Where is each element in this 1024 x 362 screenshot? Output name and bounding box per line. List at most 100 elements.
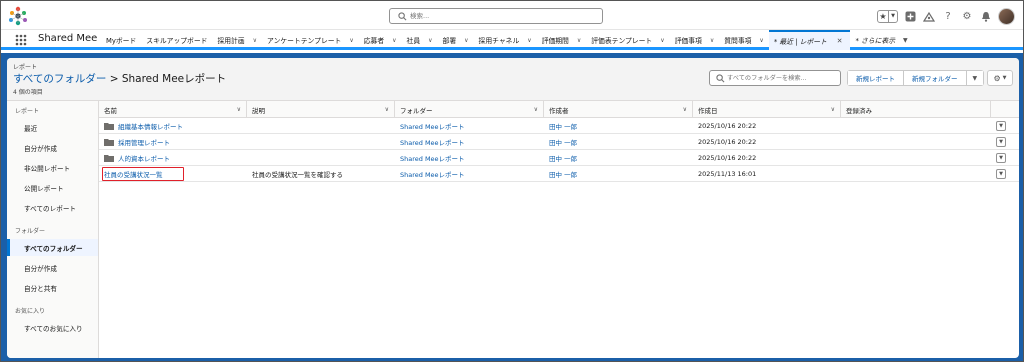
column-header-description[interactable]: 説明 ∨ <box>247 101 395 118</box>
nav-tab-reports-active[interactable]: * 最近 | レポート ✕ <box>768 30 851 50</box>
row-action-menu[interactable]: ▼ <box>996 121 1006 131</box>
sidebar-group-folders: フォルダー <box>15 228 46 235</box>
owner-link[interactable]: 田中 一郎 <box>549 153 577 163</box>
chevron-down-icon[interactable]: ∨ <box>660 37 664 44</box>
cell-created-date: 2025/10/16 20:22 <box>698 138 757 146</box>
sidebar-item-folders-created-by-me[interactable]: 自分が作成 <box>7 259 98 276</box>
app-logo-icon[interactable] <box>8 6 28 26</box>
favorites-button[interactable]: ★ ▼ <box>877 9 898 23</box>
chevron-down-icon[interactable]: ∨ <box>577 37 581 44</box>
nav-tab-hiring-plan[interactable]: 採用計画 ∨ <box>212 30 262 50</box>
nav-tab-evaluation-period[interactable]: 評価期間 ∨ <box>537 30 587 50</box>
chevron-down-icon[interactable]: ∨ <box>392 37 396 44</box>
report-name-link[interactable]: 社員の受講状況一覧 <box>104 169 163 179</box>
column-header-owner[interactable]: 作成者 ∨ <box>544 101 693 118</box>
trailhead-icon[interactable] <box>922 9 936 23</box>
list-settings-button[interactable]: ⚙ ▼ <box>987 70 1013 86</box>
chevron-down-icon[interactable]: ∨ <box>428 37 432 44</box>
nav-tab-label: 質問事項 <box>724 37 752 45</box>
nav-tab-applicants[interactable]: 応募者 ∨ <box>359 30 402 50</box>
chevron-down-icon[interactable]: ∨ <box>683 106 687 113</box>
cell-owner: 田中 一郎 <box>544 118 693 134</box>
chevron-down-icon[interactable]: ∨ <box>385 106 389 113</box>
avatar[interactable] <box>998 7 1015 25</box>
column-header-subscribed[interactable]: 登録済み <box>841 101 991 118</box>
new-report-button[interactable]: 新規レポート <box>848 71 903 85</box>
sidebar-item-label: 自分が作成 <box>24 144 57 153</box>
nav-tab-label: 採用計画 <box>217 37 245 45</box>
sidebar-item-all-folders[interactable]: すべてのフォルダー <box>7 239 98 256</box>
star-icon[interactable]: ★ <box>878 10 889 22</box>
chevron-down-icon[interactable]: ∨ <box>237 106 241 113</box>
nav-tab-employees[interactable]: 社員 ∨ <box>402 30 438 50</box>
folder-search[interactable] <box>709 70 841 86</box>
add-icon[interactable] <box>903 9 917 23</box>
chevron-down-icon[interactable]: ∨ <box>349 37 353 44</box>
cell-name: 組織基本情報レポート <box>99 118 247 134</box>
sidebar-item-all-favorites[interactable]: すべてのお気に入り <box>7 319 98 336</box>
nav-tab-departments[interactable]: 部署 ∨ <box>438 30 474 50</box>
nav-tabs: Myボード スキルアップボード 採用計画 ∨ アンケートテンプレート ∨ 応募者 ∨ … <box>101 30 913 50</box>
breadcrumb: すべてのフォルダー > Shared Meeレポート <box>13 71 226 86</box>
table-header: 名前 ∨ 説明 ∨ フォルダー ∨ 作成者 ∨ 作成日 ∨ 登録済み <box>99 101 1019 118</box>
folder-link[interactable]: Shared Meeレポート <box>400 121 465 131</box>
sidebar-item-recent[interactable]: 最近 <box>7 119 98 136</box>
chevron-down-icon[interactable]: ∨ <box>253 37 257 44</box>
nav-tab-hiring-channel[interactable]: 採用チャネル ∨ <box>474 30 537 50</box>
nav-tab-myboard[interactable]: Myボード <box>101 30 141 50</box>
row-action-menu[interactable]: ▼ <box>996 153 1006 163</box>
chevron-down-icon: ▼ <box>972 74 978 82</box>
report-name-link[interactable]: 人的資本レポート <box>118 153 170 163</box>
page-title: Shared Meeレポート <box>121 73 227 85</box>
nav-more-button[interactable]: * さらに表示 ▼ <box>850 30 912 50</box>
owner-link[interactable]: 田中 一郎 <box>549 169 577 179</box>
cell-folder: Shared Meeレポート <box>395 150 544 166</box>
sidebar-item-all-reports[interactable]: すべてのレポート <box>7 199 98 216</box>
global-search-input[interactable] <box>410 10 595 22</box>
report-name-link[interactable]: 組織基本情報レポート <box>118 121 183 131</box>
new-folder-button[interactable]: 新規フォルダー <box>903 71 966 85</box>
chevron-down-icon[interactable]: ∨ <box>534 106 538 113</box>
close-icon[interactable]: ✕ <box>837 37 843 45</box>
help-icon[interactable]: ? <box>941 9 955 23</box>
report-name-link[interactable]: 採用管理レポート <box>118 137 170 147</box>
folder-search-input[interactable] <box>727 72 839 84</box>
nav-tab-label: 評価表テンプレート <box>591 37 653 45</box>
sidebar-item-created-by-me[interactable]: 自分が作成 <box>7 139 98 156</box>
chevron-down-icon[interactable]: ▼ <box>889 11 897 22</box>
column-header-folder[interactable]: フォルダー ∨ <box>395 101 544 118</box>
chevron-down-icon[interactable]: ∨ <box>464 37 468 44</box>
nav-tab-survey-template[interactable]: アンケートテンプレート ∨ <box>262 30 359 50</box>
folder-link[interactable]: Shared Meeレポート <box>400 153 465 163</box>
nav-tab-question-items[interactable]: 質問事項 ∨ <box>719 30 769 50</box>
chevron-down-icon: ▼ <box>999 155 1003 161</box>
app-launcher-icon[interactable] <box>15 34 27 46</box>
gear-icon[interactable]: ⚙ <box>960 9 974 23</box>
nav-tab-evaluation-template[interactable]: 評価表テンプレート ∨ <box>586 30 669 50</box>
nav-tab-evaluation-items[interactable]: 評価事項 ∨ <box>670 30 720 50</box>
nav-tab-skillup-board[interactable]: スキルアップボード <box>141 30 212 50</box>
search-icon <box>398 12 407 21</box>
chevron-down-icon[interactable]: ∨ <box>527 37 531 44</box>
sidebar-item-private-reports[interactable]: 非公開レポート <box>7 159 98 176</box>
sidebar-item-label: すべてのレポート <box>24 204 77 213</box>
sidebar-item-public-reports[interactable]: 公開レポート <box>7 179 98 196</box>
sidebar-item-shared-with-me[interactable]: 自分と共有 <box>7 279 98 296</box>
breadcrumb-all-folders[interactable]: すべてのフォルダー <box>13 73 106 85</box>
bell-icon[interactable] <box>979 9 993 23</box>
column-header-name[interactable]: 名前 ∨ <box>99 101 247 118</box>
chevron-down-icon[interactable]: ∨ <box>831 106 835 113</box>
chevron-down-icon[interactable]: ∨ <box>710 37 714 44</box>
global-search[interactable] <box>389 8 603 24</box>
owner-link[interactable]: 田中 一郎 <box>549 121 577 131</box>
row-action-menu[interactable]: ▼ <box>996 169 1006 179</box>
row-action-menu[interactable]: ▼ <box>996 137 1006 147</box>
owner-link[interactable]: 田中 一郎 <box>549 137 577 147</box>
folder-link[interactable]: Shared Meeレポート <box>400 137 465 147</box>
chevron-down-icon[interactable]: ∨ <box>759 37 763 44</box>
folder-link[interactable]: Shared Meeレポート <box>400 169 465 179</box>
cell-folder: Shared Meeレポート <box>395 134 544 150</box>
more-actions-button[interactable]: ▼ <box>965 71 984 85</box>
caret-down-icon[interactable]: ▼ <box>903 37 908 44</box>
column-header-created-date[interactable]: 作成日 ∨ <box>693 101 841 118</box>
